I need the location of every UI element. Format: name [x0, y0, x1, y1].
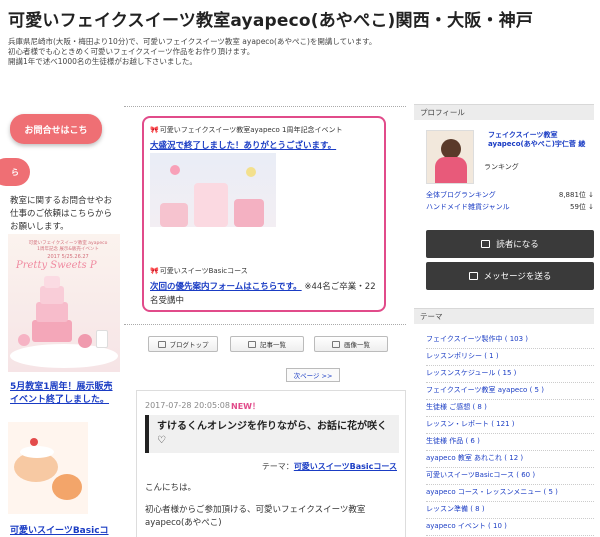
course-label: 🎀可愛いスイーツBasicコース: [150, 266, 248, 276]
article-list-button[interactable]: 記事一覧: [230, 336, 304, 352]
reader-icon: [481, 240, 491, 248]
event-label: 🎀可愛いフェイクスイーツ教室ayapeco 1周年記念イベント: [150, 125, 343, 135]
cake-tier-shape: [40, 286, 64, 304]
sweets-shape: [160, 203, 188, 227]
divider: [124, 106, 406, 107]
theme-item[interactable]: ayapeco コース・レッスンメニュー ( 5 ): [426, 485, 594, 502]
event-finished-link[interactable]: 大盛況で終了しました！ありがとうございます。: [150, 139, 336, 151]
theme-item[interactable]: フェイクスイーツ教室 ayapeco ( 5 ): [426, 383, 594, 400]
profile-name-link[interactable]: フェイクスイーツ教室ayapeco(あやぺこ)宇仁菅 綾: [488, 131, 594, 149]
theme-item[interactable]: フェイクスイーツ製作中 ( 103 ): [426, 332, 594, 349]
event-photo[interactable]: [150, 153, 276, 249]
next-page-button[interactable]: 次ページ >>: [286, 368, 340, 382]
description-line: 兵庫県尼崎市(大阪・梅田より10分)で、可愛いフェイクスイーツ教室 ayapec…: [8, 37, 377, 46]
theme-link[interactable]: 可愛いスイーツBasicコース: [294, 462, 397, 471]
cream-shape: [20, 446, 54, 458]
image-list-button[interactable]: 画像一覧: [314, 336, 388, 352]
table-shape: [150, 227, 276, 249]
sweets-shape: [78, 334, 92, 348]
send-message-button[interactable]: メッセージを送る: [426, 262, 594, 290]
header: 可愛いフェイクスイーツ教室ayapeco(あやぺこ)関西・大阪・神戸 兵庫県尼崎…: [8, 6, 592, 67]
ranking-name-link[interactable]: ハンドメイド雑貨ジャンル: [426, 202, 510, 212]
theme-item[interactable]: レッスンポリシー ( 1 ): [426, 349, 594, 366]
ranking-name-link[interactable]: 全体ブログランキング: [426, 190, 496, 200]
sweets-shape: [96, 330, 108, 348]
sweets-shape: [234, 199, 264, 227]
theme-item[interactable]: レッスン準備 ( 8 ): [426, 502, 594, 519]
course-note: 次回の優先案内フォームはこちらです。 ※44名ご卒業・22名受講中: [150, 280, 382, 308]
button-label: 記事一覧: [260, 341, 286, 349]
button-label: 読者になる: [496, 240, 539, 250]
contact-text: 教室に関するお問合せやお仕事のご依頼はこちらからお願いします。: [10, 196, 113, 232]
article-date: 2017-07-28 20:05:08: [145, 401, 230, 410]
sweets-shape: [194, 183, 228, 227]
ribbon-icon: 🎀: [150, 267, 159, 275]
button-label: 画像一覧: [344, 341, 370, 349]
camera-icon: [332, 340, 340, 348]
event-banner-image[interactable]: 可愛いフェイクスイーツ教室 ayapeco 1周年記念 展示&販売イベント 20…: [8, 234, 120, 372]
ranking-label: ランキング: [484, 163, 519, 171]
document-icon: [248, 340, 256, 348]
profile-heading: プロフィール: [414, 104, 594, 120]
article-body-text: 初心者様からご参加頂ける、可愛いフェイクスイーツ教室ayapeco(あやぺこ): [145, 505, 366, 528]
blog-top-button[interactable]: ブログトップ: [148, 336, 218, 352]
theme-item[interactable]: レッスン・レポート ( 121 ): [426, 417, 594, 434]
banner-title: Pretty Sweets P: [16, 260, 97, 271]
right-sidebar: プロフィール フェイクスイーツ教室ayapeco(あやぺこ)宇仁菅 綾 ランキン…: [414, 100, 600, 537]
left-sidebar: お問合せはこち ら 教室に関するお問合せやお仕事のご依頼はこちらからお願いします…: [0, 100, 120, 537]
sweets-photo[interactable]: [8, 422, 88, 514]
theme-item[interactable]: 生徒様 作品 ( 6 ): [426, 434, 594, 451]
theme-item[interactable]: ayapeco イベント ( 10 ): [426, 519, 594, 536]
mail-icon: [468, 272, 478, 280]
article-title[interactable]: すけるくんオレンジを作りながら、お話に花が咲く♡: [157, 420, 391, 448]
banner-caption: 1周年記念 展示&販売イベント: [37, 247, 99, 252]
theme-item[interactable]: ayapeco 教室 あれこれ ( 12 ): [426, 451, 594, 468]
theme-item[interactable]: 生徒様 ご感想 ( 8 ): [426, 400, 594, 417]
event-label-text: 可愛いフェイクスイーツ教室ayapeco 1周年記念イベント: [159, 126, 343, 134]
button-label: メッセージを送る: [483, 272, 552, 282]
theme-heading: テーマ: [414, 308, 594, 324]
basic-course-link[interactable]: 可愛いスイーツBasicコ: [10, 523, 120, 536]
become-reader-button[interactable]: 読者になる: [426, 230, 594, 258]
course-label-text: 可愛いスイーツBasicコース: [159, 267, 248, 275]
cake-tier-shape: [32, 320, 72, 342]
cake-tier-shape: [44, 276, 60, 288]
hair-shape: [441, 139, 461, 159]
ranking-value: 8,881位 ↓: [558, 191, 594, 199]
home-icon: [157, 340, 166, 348]
button-label: ブログトップ: [169, 341, 209, 349]
site-description: 兵庫県尼崎市(大阪・梅田より10分)で、可愛いフェイクスイーツ教室 ayapec…: [8, 37, 592, 67]
contact-button[interactable]: お問合せはこち: [10, 114, 102, 144]
sweets-shape: [170, 165, 180, 175]
divider: [124, 324, 406, 325]
new-badge: NEW！: [231, 402, 260, 411]
article-entry: 2017-07-28 20:05:08 NEW！ すけるくんオレンジを作りながら…: [136, 390, 406, 537]
theme-item[interactable]: レッスンスケジュール ( 15 ): [426, 366, 594, 383]
sweets-shape: [246, 167, 256, 177]
theme-label: テーマ：: [261, 462, 294, 471]
next-form-link[interactable]: 次回の優先案内フォームはこちらです。: [150, 282, 302, 292]
article-theme: テーマ：可愛いスイーツBasicコース: [262, 461, 397, 472]
event-report-link[interactable]: 5月教室1周年！展示販売イベント終了しました。: [10, 381, 116, 407]
cake-tier-shape: [36, 302, 68, 322]
event-announcement-box: 🎀可愛いフェイクスイーツ教室ayapeco 1周年記念イベント 大盛況で終了しま…: [142, 116, 386, 312]
site-title[interactable]: 可愛いフェイクスイーツ教室ayapeco(あやぺこ)関西・大阪・神戸: [8, 6, 592, 31]
ribbon-icon: 🎀: [150, 126, 159, 134]
article-title-box: すけるくんオレンジを作りながら、お話に花が咲く♡: [145, 415, 399, 453]
ranking-value: 59位 ↓: [570, 203, 594, 211]
cake-shape: [52, 474, 82, 500]
body-shape: [435, 157, 467, 183]
sweets-shape: [18, 334, 30, 346]
theme-item[interactable]: 可愛いスイーツBasicコース ( 60 ): [426, 468, 594, 485]
contact-pill-button[interactable]: ら: [0, 158, 30, 186]
description-line: 初心者様でも心ときめく可愛いフェイクスイーツ作品をお作り頂けます。: [8, 47, 255, 56]
berry-shape: [30, 438, 38, 446]
description-line: 開講1年で述べ1000名の生徒様がお越し下さいました。: [8, 57, 197, 66]
profile-avatar[interactable]: [426, 130, 474, 184]
main-content: 🎀可愛いフェイクスイーツ教室ayapeco 1周年記念イベント 大盛況で終了しま…: [124, 100, 406, 537]
article-body-text: こんにちは。: [145, 483, 197, 493]
